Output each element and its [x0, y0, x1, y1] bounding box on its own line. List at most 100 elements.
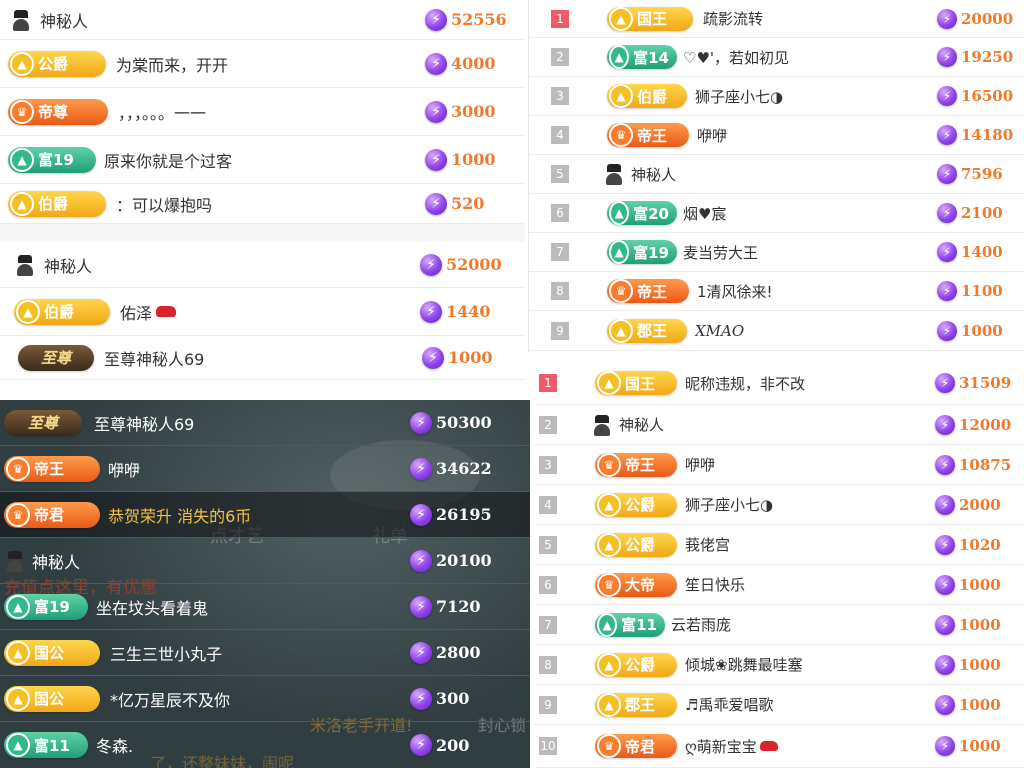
rank-number: 4 [539, 495, 557, 514]
list-item[interactable]: ▲ 富11 冬森. ⚡ 200 [0, 722, 530, 768]
list-item[interactable]: 9 ▲ 郡王 ♬禹乖爱唱歌 ⚡ 1000 [535, 685, 1024, 725]
user-name: 狮子座小七◑ [685, 496, 774, 514]
crown-icon: ▲ [609, 318, 633, 343]
list-item[interactable]: 5 ▲ 公爵 莪佬宫 ⚡ 1020 [535, 525, 1024, 565]
rank-badge: ♛ 大帝 [595, 572, 677, 597]
list-item[interactable]: ▲ 公爵 为棠而来，开开 ⚡ 4000 [0, 40, 525, 88]
gift-amount: ⚡ 26195 [410, 503, 492, 526]
rank-number: 6 [539, 575, 557, 594]
gem-icon: ⚡ [935, 414, 955, 435]
gift-amount: ⚡ 52556 [425, 8, 507, 31]
rank-number: 1 [551, 9, 569, 28]
rank-badge: ▲ 伯爵 [14, 298, 110, 325]
crown-icon: ▲ [6, 686, 30, 711]
rank-number: 3 [551, 87, 569, 105]
gem-icon: ⚡ [410, 457, 432, 480]
user-name: 冬森. [96, 737, 134, 756]
list-item[interactable]: 8 ▲ 公爵 倾城❀跳舞最哇塞 ⚡ 1000 [535, 645, 1024, 685]
gift-amount: ⚡ 2100 [937, 203, 1003, 223]
list-item[interactable]: 4 ♛ 帝王 咿咿 ⚡ 14180 [529, 116, 1024, 155]
rank-badge: ▲ 伯爵 [607, 84, 687, 108]
list-item[interactable]: 4 ▲ 公爵 狮子座小七◑ ⚡ 2000 [535, 485, 1024, 525]
crown-icon: ♛ [597, 452, 621, 477]
gem-icon: ⚡ [410, 549, 432, 572]
gift-amount: ⚡ 1400 [937, 242, 1003, 262]
rank-number: 4 [551, 126, 569, 144]
rank-badge: ▲ 富11 [595, 612, 665, 637]
list-item[interactable]: ▲ 伯爵 ：可以爆抱吗 ⚡ 520 [0, 184, 525, 224]
gift-amount: ⚡ 16500 [937, 86, 1013, 106]
gift-amount: ⚡ 2800 [410, 641, 481, 664]
list-item[interactable]: 2 神秘人 ⚡ 12000 [535, 405, 1024, 445]
list-item[interactable]: ▲ 国公 *亿万星辰不及你 ⚡ 300 [0, 676, 530, 722]
list-item[interactable]: 3 ▲ 伯爵 狮子座小七◑ ⚡ 16500 [529, 77, 1024, 116]
gem-icon: ⚡ [937, 242, 957, 262]
list-item[interactable]: 10 ♛ 帝君 ღ萌新宝宝 ⚡ 1000 [535, 725, 1024, 768]
list-item[interactable]: 神秘人 ⚡ 20100 [0, 538, 530, 584]
gift-amount: ⚡ 14180 [937, 125, 1013, 145]
gift-amount: ⚡ 3000 [425, 100, 496, 123]
list-item[interactable]: 8 ♛ 帝王 1清风徐来! ⚡ 1100 [529, 272, 1024, 311]
gem-icon: ⚡ [420, 253, 442, 276]
gift-amount: ⚡ 1100 [937, 281, 1003, 301]
list-item[interactable]: 神秘人 ⚡ 52000 [0, 242, 525, 288]
list-item[interactable]: 1 ▲ 国王 昵称违规，非不改 ⚡ 31509 [535, 362, 1024, 405]
list-item[interactable]: 神秘人 ⚡ 52556 [0, 0, 525, 40]
gem-icon: ⚡ [937, 164, 957, 184]
gem-icon: ⚡ [420, 300, 442, 323]
rank-badge: 至尊 [18, 344, 94, 371]
gem-icon: ⚡ [935, 373, 955, 393]
user-name: 至尊神秘人69 [94, 414, 195, 434]
gift-amount: ⚡ 10875 [935, 454, 1011, 475]
list-item[interactable]: ▲ 国公 三生三世小丸子 ⚡ 2800 [0, 630, 530, 676]
section-gap [0, 224, 525, 242]
gem-icon: ⚡ [935, 694, 955, 715]
gem-icon: ⚡ [937, 125, 957, 145]
user-name: 坐在坟头看着鬼 [96, 598, 209, 618]
gem-icon: ⚡ [410, 595, 432, 618]
crown-icon: ♛ [10, 99, 34, 124]
list-item[interactable]: ♛ 帝君 恭贺荣升 消失的6币 ⚡ 26195 [0, 492, 530, 538]
user-name: ♬禹乖爱唱歌 [685, 696, 774, 714]
gem-icon: ⚡ [425, 192, 447, 215]
list-item[interactable]: ♛ 帝王 咿咿 ⚡ 34622 [0, 446, 530, 492]
list-item[interactable]: 3 ♛ 帝王 咿咿 ⚡ 10875 [535, 445, 1024, 485]
list-item[interactable]: ▲ 富19 坐在坟头看着鬼 ⚡ 7120 [0, 584, 530, 630]
gift-amount: ⚡ 31509 [935, 373, 1011, 393]
gift-amount: ⚡ 1000 [935, 694, 1001, 715]
gift-amount: ⚡ 1000 [422, 346, 493, 369]
ranking-panel-b: 1 ▲ 国王 疏影流转 ⚡ 20000 2 ▲ 富14 ♡♥'，若如初见 ⚡ 19250… [528, 0, 1024, 352]
rank-badge: ♛ 帝君 [4, 501, 100, 528]
gift-amount: ⚡ 1000 [425, 148, 496, 171]
list-item[interactable]: 至尊 至尊神秘人69 ⚡ 1000 [0, 336, 525, 380]
rank-badge: ♛ 帝王 [607, 279, 689, 303]
list-item[interactable]: ▲ 伯爵 佑泽 ⚡ 1440 [0, 288, 525, 336]
list-item[interactable]: 6 ♛ 大帝 笙日快乐 ⚡ 1000 [535, 565, 1024, 605]
gift-amount: ⚡ 20100 [410, 549, 492, 572]
list-item[interactable]: 至尊 至尊神秘人69 ⚡ 50300 [0, 400, 530, 446]
gem-icon: ⚡ [937, 86, 957, 106]
crown-icon: ♛ [609, 123, 633, 147]
list-item[interactable]: ♛ 帝尊 ，，，。。。一一 ⚡ 3000 [0, 88, 525, 136]
crown-icon: ▲ [597, 532, 621, 557]
list-item[interactable]: 6 ▲ 富20 烟♥宸 ⚡ 2100 [529, 194, 1024, 233]
rank-badge: ▲ 富19 [8, 146, 96, 173]
list-item[interactable]: 7 ▲ 富19 麦当劳大王 ⚡ 1400 [529, 233, 1024, 272]
user-name: 原来你就是个过客 [104, 151, 233, 171]
list-item[interactable]: 5 神秘人 ⚡ 7596 [529, 155, 1024, 194]
user-name: *亿万星辰不及你 [110, 690, 231, 710]
list-item[interactable]: ▲ 富19 原来你就是个过客 ⚡ 1000 [0, 136, 525, 184]
list-item[interactable]: 1 ▲ 国王 疏影流转 ⚡ 20000 [529, 0, 1024, 38]
gem-icon: ⚡ [935, 574, 955, 595]
rank-badge: ♛ 帝王 [607, 123, 689, 147]
rank-badge: ▲ 国王 [595, 371, 677, 395]
list-item[interactable]: 9 ▲ 郡王 XMAO ⚡ 1000 [529, 311, 1024, 351]
user-name: 倾城❀跳舞最哇塞 [685, 656, 803, 674]
user-name: 烟♥宸 [683, 204, 727, 223]
user-name: 咿咿 [697, 126, 728, 145]
list-item[interactable]: 7 ▲ 富11 云若雨庞 ⚡ 1000 [535, 605, 1024, 645]
list-item[interactable]: 2 ▲ 富14 ♡♥'，若如初见 ⚡ 19250 [529, 38, 1024, 77]
gift-amount: ⚡ 520 [425, 192, 484, 215]
mystery-user-icon [10, 9, 32, 31]
rank-number: 3 [539, 455, 557, 474]
